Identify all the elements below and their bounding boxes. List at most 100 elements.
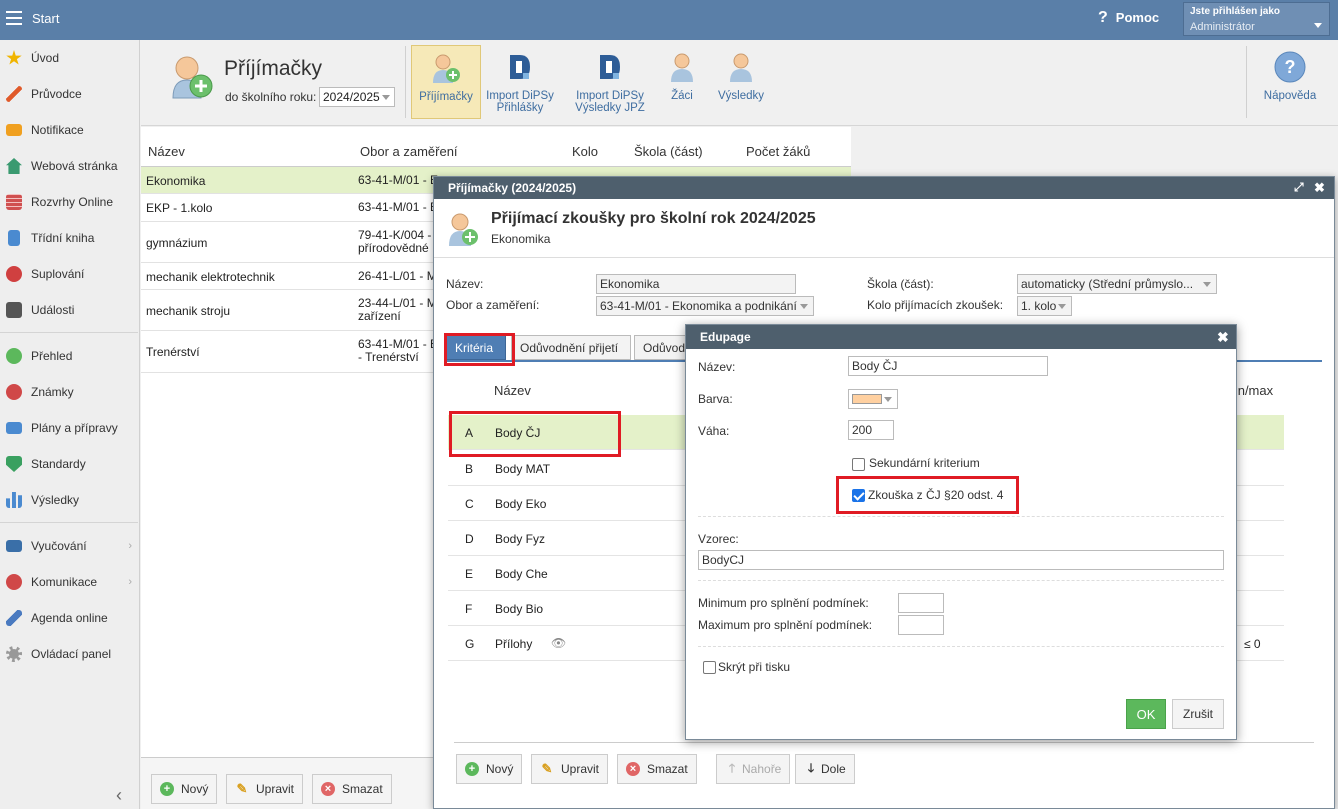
hide-print-label: Skrýt při tisku <box>718 660 791 674</box>
row-obor: 63-41-M/01 - E <box>358 200 439 214</box>
sidebar-label: Komunikace <box>31 575 98 589</box>
sidebar-label: Rozvrhy Online <box>31 195 114 209</box>
edit-criteria-button[interactable]: ✎ Upravit <box>531 754 609 784</box>
row-obor-cont: přírodovědné <box>358 241 429 255</box>
year-select[interactable]: 2024/2025 <box>319 87 395 107</box>
column-header[interactable]: Název <box>148 144 185 159</box>
sidebar-item-uvod[interactable]: Úvod <box>0 40 140 76</box>
sidebar-item-prehled[interactable]: Přehled <box>0 338 140 374</box>
column-header[interactable]: Škola (část) <box>634 144 703 159</box>
person-icon <box>6 266 22 282</box>
criteria-letter: C <box>465 497 474 511</box>
hide-print-checkbox[interactable] <box>703 661 716 674</box>
button-label: Dole <box>821 762 846 776</box>
toolbar-zaci[interactable]: Žáci <box>660 45 704 119</box>
kolo-select[interactable]: 1. kolo <box>1017 296 1072 316</box>
page-header: Příjímačky do školního roku: 2024/2025 P… <box>141 40 1338 126</box>
skola-select[interactable]: automaticky (Střední průmyslo... <box>1017 274 1217 294</box>
criteria-name: Body Fyz <box>495 532 546 546</box>
nazev-input[interactable]: Body ČJ <box>848 356 1048 376</box>
max-input[interactable] <box>898 615 944 635</box>
toolbar-vysledky[interactable]: Výsledky <box>713 45 769 119</box>
toolbar-label: Příjímačky <box>419 91 473 103</box>
magic-wand-icon <box>6 86 22 102</box>
collapse-sidebar-icon[interactable]: ‹ <box>116 785 122 806</box>
delete-button[interactable]: × Smazat <box>312 774 392 804</box>
sidebar-label: Plány a přípravy <box>31 421 118 435</box>
sidebar-item-standardy[interactable]: Standardy <box>0 446 140 482</box>
secondary-checkbox[interactable] <box>852 458 865 471</box>
sidebar: Úvod Průvodce Notifikace Webová stránka … <box>0 40 140 809</box>
row-name: Trenérství <box>146 345 200 359</box>
pen-icon <box>6 610 22 626</box>
sidebar-item-rozvrhy[interactable]: Rozvrhy Online <box>0 184 140 220</box>
new-criteria-button[interactable]: + Nový <box>456 754 523 784</box>
check-circle-icon <box>6 348 22 364</box>
start-link[interactable]: Start <box>32 11 59 26</box>
help-link[interactable]: ? Pomoc <box>1098 9 1159 27</box>
highlight-box <box>444 333 515 366</box>
highlight-box <box>836 476 1019 514</box>
dialog-heading: Přijímací zkoušky pro školní rok 2024/20… <box>491 210 816 227</box>
sidebar-item-suplovani[interactable]: Suplování <box>0 256 140 292</box>
divider <box>454 742 1314 743</box>
close-icon[interactable]: ✖ <box>1314 180 1325 196</box>
color-picker[interactable] <box>848 389 898 409</box>
column-header[interactable]: Počet žáků <box>746 144 810 159</box>
sidebar-item-pruvodce[interactable]: Průvodce <box>0 76 140 112</box>
tab-oduvodneni-prijeti[interactable]: Odůvodnění přijetí <box>511 335 631 360</box>
chat-icon <box>6 574 22 590</box>
edit-button[interactable]: ✎ Upravit <box>226 774 304 804</box>
criteria-name: Přílohy <box>495 637 533 651</box>
toolbar-label: Výsledky <box>717 90 765 102</box>
sidebar-item-notifikace[interactable]: Notifikace <box>0 112 140 148</box>
sidebar-item-komunikace[interactable]: Komunikace › <box>0 564 140 600</box>
dialog-titlebar: Příjímačky (2024/2025) ⤢ ✖ <box>434 177 1334 199</box>
menu-icon[interactable] <box>6 11 22 25</box>
plus-icon: + <box>160 782 174 796</box>
sidebar-item-tridni-kniha[interactable]: Třídní kniha <box>0 220 140 256</box>
move-up-button[interactable]: 🡑 Nahoře <box>716 754 791 784</box>
toolbar-label: Import DiPSy Přihlášky <box>486 90 554 114</box>
sidebar-item-agenda[interactable]: Agenda online <box>0 600 140 636</box>
sidebar-item-ovladaci-panel[interactable]: Ovládací panel <box>0 636 140 672</box>
sidebar-label: Ovládací panel <box>31 647 112 661</box>
dialog-titlebar: Edupage ✖ <box>686 325 1236 349</box>
help-icon: ? <box>1274 51 1306 83</box>
ok-button[interactable]: OK <box>1126 699 1166 729</box>
close-icon[interactable]: ✖ <box>1217 329 1229 346</box>
chevron-right-icon: › <box>128 576 132 588</box>
sidebar-item-webova-stranka[interactable]: Webová stránka <box>0 148 140 184</box>
svg-text:?: ? <box>1285 57 1296 77</box>
toolbar-prijimacky[interactable]: Příjímačky <box>411 45 481 119</box>
help-label: Pomoc <box>1115 10 1160 25</box>
move-down-button[interactable]: 🡓 Dole <box>795 754 855 784</box>
sidebar-label: Známky <box>31 385 74 399</box>
toolbar-import-vysledky[interactable]: Import DiPSy Výsledky JPZ <box>570 45 650 119</box>
obor-select[interactable]: 63-41-M/01 - Ekonomika a podnikání <box>596 296 814 316</box>
sidebar-item-udalosti[interactable]: Události <box>0 292 140 328</box>
user-menu[interactable]: Jste přihlášen jako Administrátor <box>1183 2 1330 36</box>
sidebar-item-plany[interactable]: Plány a přípravy <box>0 410 140 446</box>
delete-criteria-button[interactable]: × Smazat <box>617 754 697 784</box>
calendar-icon <box>6 302 22 318</box>
sidebar-divider <box>0 332 138 333</box>
person-icon <box>730 53 752 82</box>
column-header[interactable]: Obor a zaměření <box>360 144 458 159</box>
sidebar-item-vysledky[interactable]: Výsledky <box>0 482 140 518</box>
kolo-label: Kolo přijímacích zkoušek: <box>867 298 1004 312</box>
nazev-field[interactable]: Ekonomika <box>596 274 796 294</box>
cancel-button[interactable]: Zrušit <box>1172 699 1224 729</box>
sidebar-item-vyucovani[interactable]: Vyučování › <box>0 528 140 564</box>
sidebar-item-znamky[interactable]: Známky <box>0 374 140 410</box>
toolbar-import-prihlasky[interactable]: Import DiPSy Přihlášky <box>485 45 555 119</box>
column-header[interactable]: Kolo <box>572 144 598 159</box>
min-input[interactable] <box>898 593 944 613</box>
person-add-icon <box>172 56 213 99</box>
vaha-input[interactable]: 200 <box>848 420 894 440</box>
new-button[interactable]: + Nový <box>151 774 218 804</box>
toolbar-divider <box>405 46 406 118</box>
maximize-icon[interactable]: ⤢ <box>1294 180 1304 195</box>
vzorec-input[interactable]: BodyCJ <box>698 550 1224 570</box>
toolbar-napoveda[interactable]: ? Nápověda <box>1257 45 1323 119</box>
